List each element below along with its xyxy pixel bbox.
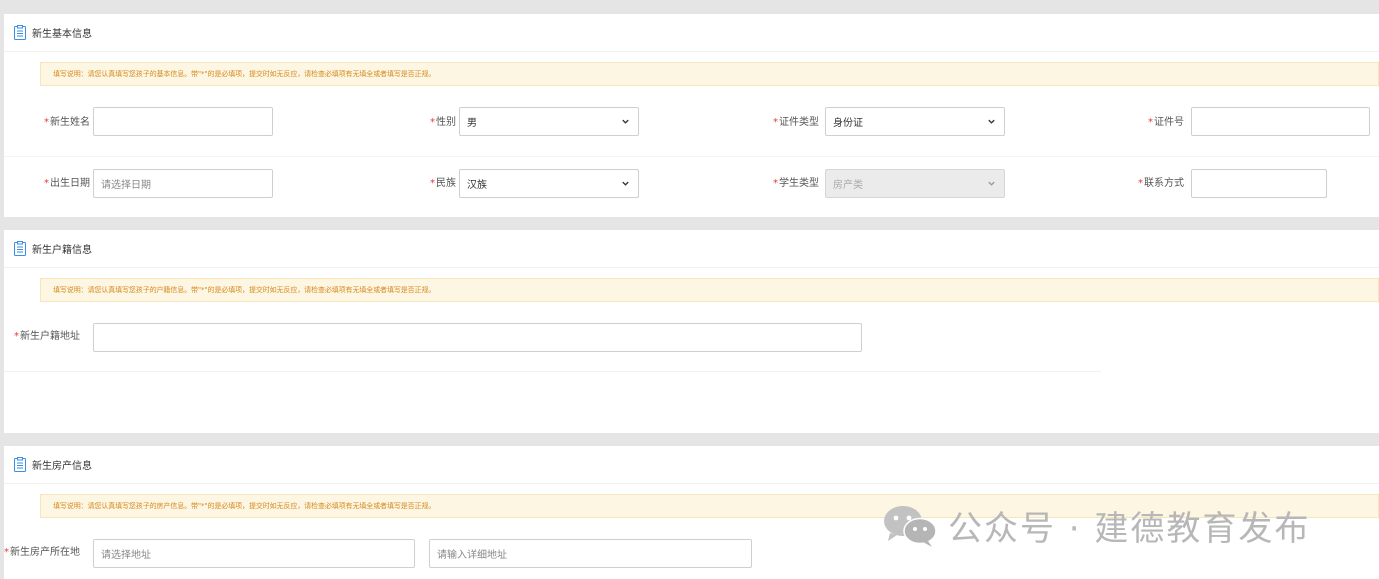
watermark: 公众号 · 建德教育发布: [882, 498, 1310, 552]
section-header: 新生房产信息: [4, 446, 1379, 484]
ethnicity-select[interactable]: 汉族: [459, 169, 639, 198]
address-input[interactable]: [93, 323, 862, 352]
id-type-label: *证件类型: [773, 117, 819, 128]
name-input[interactable]: [93, 107, 273, 136]
student-type-label: *学生类型: [773, 178, 819, 189]
ethnicity-label: *民族: [430, 178, 456, 189]
name-label: *新生姓名: [44, 117, 90, 128]
document-icon: [14, 241, 26, 256]
property-area-select[interactable]: 请选择地址: [93, 539, 415, 568]
chevron-down-icon: [988, 119, 995, 124]
section-header: 新生户籍信息: [4, 230, 1379, 268]
id-number-input[interactable]: [1191, 107, 1370, 136]
contact-label: *联系方式: [1138, 178, 1184, 189]
student-type-select: 房产类: [825, 169, 1005, 198]
id-number-label: *证件号: [1148, 117, 1184, 128]
notice-banner: 填写说明：请您认真填写您孩子的基本信息。带"*"的是必填项，提交时如无反应，请检…: [40, 62, 1379, 86]
section-header: 新生基本信息: [4, 14, 1379, 52]
address-label: *新生户籍地址: [14, 331, 80, 342]
document-icon: [14, 457, 26, 472]
section-title: 新生基本信息: [32, 29, 92, 40]
property-detail-input[interactable]: 请输入详细地址: [429, 539, 752, 568]
chevron-down-icon: [622, 181, 629, 186]
wechat-icon: [884, 506, 937, 547]
section-huji-info: 新生户籍信息 填写说明：请您认真填写您孩子的户籍信息。带"*"的是必填项，提交时…: [4, 230, 1379, 433]
gender-label: *性别: [430, 117, 456, 128]
section-basic-info: 新生基本信息 填写说明：请您认真填写您孩子的基本信息。带"*"的是必填项，提交时…: [4, 14, 1379, 217]
section-title: 新生房产信息: [32, 461, 92, 472]
form-row: *出生日期 请选择日期 *民族 汉族 *学生类型 房产类 *联系方式: [4, 156, 1379, 214]
notice-banner: 填写说明：请您认真填写您孩子的户籍信息。带"*"的是必填项，提交时如无反应，请检…: [40, 278, 1379, 302]
gender-select[interactable]: 男: [459, 107, 639, 136]
chevron-down-icon: [622, 119, 629, 124]
contact-input[interactable]: [1191, 169, 1327, 198]
document-icon: [14, 25, 26, 40]
birth-date-label: *出生日期: [44, 178, 90, 189]
watermark-text: 公众号 · 建德教育发布: [948, 508, 1311, 549]
birth-date-picker[interactable]: 请选择日期: [93, 169, 273, 198]
section-title: 新生户籍信息: [32, 245, 92, 256]
id-type-select[interactable]: 身份证: [825, 107, 1005, 136]
property-location-label: *新生房产所在地: [4, 547, 80, 558]
form-row: *新生姓名 *性别 男 *证件类型 身份证 *证件号: [4, 94, 1379, 152]
chevron-down-icon: [988, 181, 995, 186]
